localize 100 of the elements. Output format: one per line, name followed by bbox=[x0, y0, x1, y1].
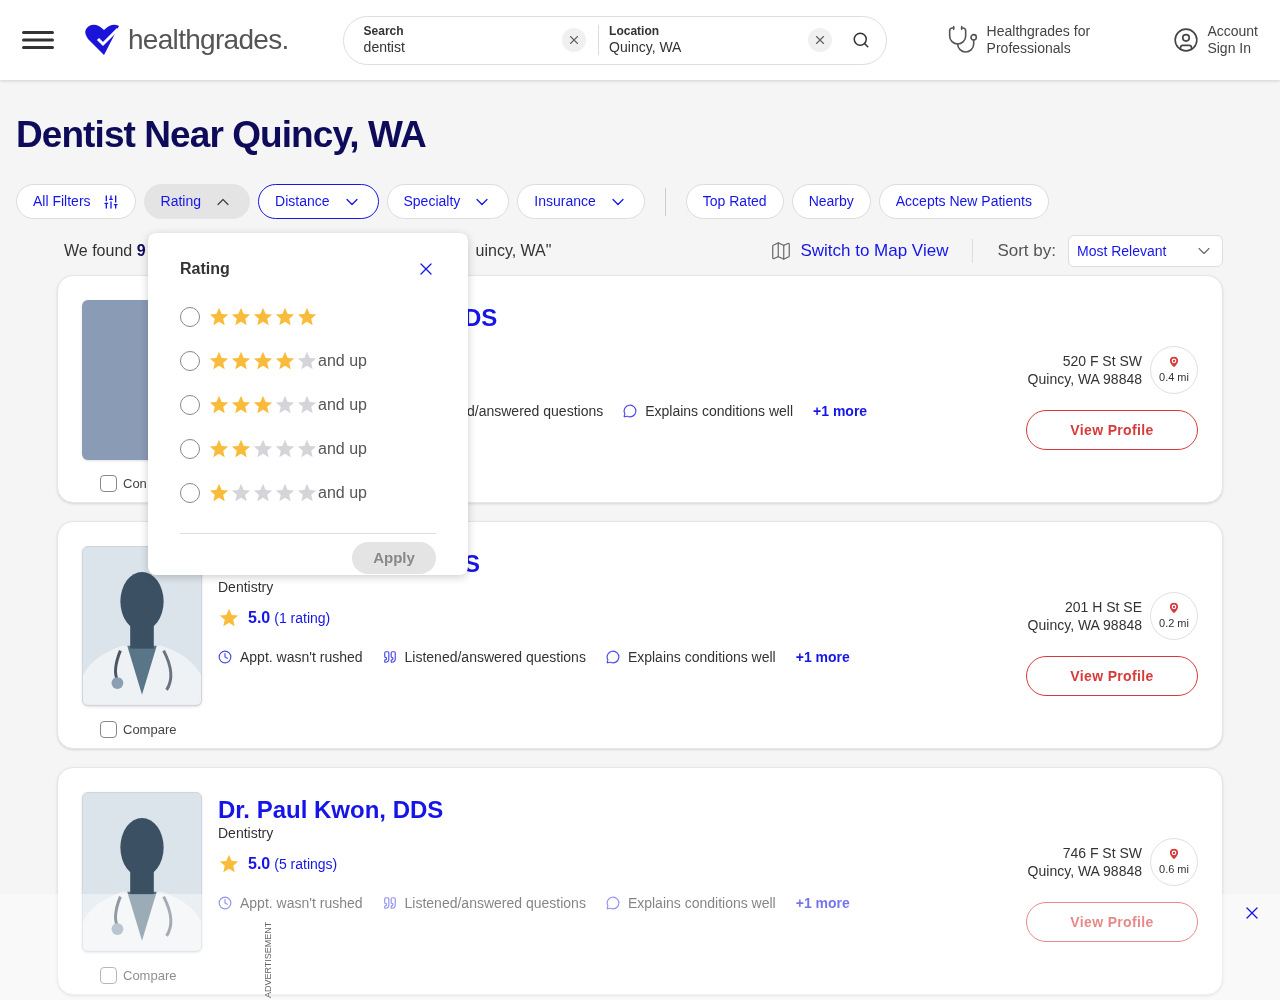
star-icon bbox=[296, 306, 318, 328]
compare-checkbox[interactable] bbox=[100, 967, 117, 985]
map-pin-icon bbox=[1167, 600, 1181, 615]
map-view-link[interactable]: Switch to Map View bbox=[800, 238, 949, 264]
star-icon bbox=[208, 482, 230, 504]
review-tag: d/answered questions bbox=[467, 400, 604, 422]
star-icon bbox=[296, 350, 318, 372]
rating-value: 5.0 bbox=[248, 854, 271, 874]
star-icon bbox=[230, 306, 252, 328]
sliders-icon bbox=[102, 193, 119, 210]
logo-wordmark: healthgrades. bbox=[128, 23, 289, 57]
compare-checkbox[interactable] bbox=[100, 475, 117, 493]
filter-chip[interactable]: Accepts New Patients bbox=[878, 184, 1049, 219]
star-icon bbox=[296, 482, 318, 504]
account-label: Account bbox=[1207, 23, 1258, 40]
map-pin-icon bbox=[1167, 354, 1181, 369]
sort-dropdown[interactable]: Most Relevant bbox=[1068, 235, 1223, 267]
filter-dropdown[interactable]: Rating bbox=[143, 184, 251, 219]
star-icon bbox=[230, 350, 252, 372]
filter-dropdown[interactable]: Insurance bbox=[517, 184, 645, 219]
clock-icon bbox=[218, 650, 232, 664]
filter-chip[interactable]: Top Rated bbox=[685, 184, 784, 219]
star-icon bbox=[252, 350, 274, 372]
review-tag: Explains conditions well bbox=[627, 892, 776, 914]
results-summary: uincy, WA" bbox=[475, 241, 552, 261]
option-label: and up bbox=[318, 483, 367, 503]
sort-label: Sort by: bbox=[997, 240, 1056, 263]
star-icon bbox=[274, 438, 296, 460]
option-label: and up bbox=[318, 439, 367, 459]
clear-icon[interactable] bbox=[807, 28, 832, 52]
star-icon bbox=[274, 394, 296, 416]
more-tags-link[interactable]: +1 more bbox=[795, 892, 850, 914]
speech-bubble-icon bbox=[605, 896, 620, 910]
page-title: Dentist Near Quincy, WA bbox=[16, 113, 427, 157]
compare-label: Compare bbox=[123, 721, 177, 739]
star-icon bbox=[296, 438, 318, 460]
filter-dropdown[interactable]: Distance bbox=[258, 184, 379, 219]
more-tags-link[interactable]: +1 more bbox=[813, 400, 868, 422]
quote-icon bbox=[382, 650, 397, 664]
account-icon[interactable] bbox=[1173, 27, 1200, 53]
results-summary: We found 9 bbox=[64, 241, 146, 261]
compare-label: Con bbox=[123, 475, 147, 493]
address-line: 201 H St SE bbox=[1064, 598, 1142, 616]
star-icon bbox=[208, 350, 230, 372]
doctor-name-link[interactable]: Dr. Paul Kwon, DDS bbox=[218, 798, 444, 822]
popover-title: Rating bbox=[180, 259, 230, 279]
address-line: Quincy, WA 98848 bbox=[1027, 862, 1142, 880]
compare-label: Compare bbox=[123, 967, 177, 985]
star-icon bbox=[218, 853, 240, 875]
compare-checkbox[interactable] bbox=[100, 721, 117, 739]
star-icon bbox=[230, 482, 252, 504]
review-tag: Explains conditions well bbox=[645, 400, 794, 422]
star-icon bbox=[208, 306, 230, 328]
professionals-link[interactable]: Healthgrades for Professionals bbox=[986, 23, 1107, 57]
clear-icon[interactable] bbox=[562, 28, 587, 52]
clock-icon bbox=[218, 896, 232, 910]
option-label: and up bbox=[318, 351, 367, 371]
sign-in-link[interactable]: Sign In bbox=[1207, 40, 1258, 57]
speech-bubble-icon bbox=[623, 404, 638, 418]
rating-count-link[interactable]: (1 rating) bbox=[274, 607, 331, 629]
review-tag: Listened/answered questions bbox=[404, 892, 586, 914]
review-tag: Appt. wasn't rushed bbox=[240, 646, 363, 668]
specialty-text: Dentistry bbox=[218, 577, 274, 597]
specialty-text: Dentistry bbox=[218, 823, 274, 843]
more-tags-link[interactable]: +1 more bbox=[795, 646, 850, 668]
all-filters-button[interactable]: All Filters bbox=[16, 184, 136, 219]
map-pin-icon bbox=[1167, 846, 1181, 861]
review-tag: Explains conditions well bbox=[627, 646, 776, 668]
location-field[interactable]: Quincy, WA bbox=[609, 38, 808, 57]
star-icon bbox=[252, 438, 274, 460]
star-icon bbox=[208, 394, 230, 416]
speech-bubble-icon bbox=[605, 650, 620, 664]
star-icon bbox=[252, 306, 274, 328]
quote-icon bbox=[382, 896, 397, 910]
star-icon bbox=[230, 438, 252, 460]
search-field[interactable]: dentist bbox=[363, 38, 563, 57]
star-icon bbox=[208, 438, 230, 460]
menu-icon[interactable] bbox=[22, 31, 54, 49]
star-icon bbox=[274, 350, 296, 372]
rating-value: 5.0 bbox=[248, 608, 271, 628]
address-line: Quincy, WA 98848 bbox=[1027, 616, 1142, 634]
address-line: 746 F St SW bbox=[1062, 844, 1142, 862]
filter-dropdown[interactable]: Specialty bbox=[386, 184, 510, 219]
location-label: Location bbox=[609, 23, 661, 39]
review-tag: Listened/answered questions bbox=[404, 646, 586, 668]
rating-count-link[interactable]: (5 ratings) bbox=[274, 853, 338, 875]
star-icon bbox=[296, 394, 318, 416]
advertisement-label: ADVERTISEMENT bbox=[262, 920, 274, 998]
option-label: and up bbox=[318, 395, 367, 415]
star-icon bbox=[252, 394, 274, 416]
search-icon[interactable] bbox=[851, 31, 870, 49]
stethoscope-icon bbox=[946, 24, 979, 56]
star-icon bbox=[230, 394, 252, 416]
star-icon bbox=[274, 306, 296, 328]
search-label: Search bbox=[363, 23, 405, 39]
filter-chip[interactable]: Nearby bbox=[791, 184, 871, 219]
address-line: 520 F St SW bbox=[1062, 352, 1142, 370]
star-icon bbox=[274, 482, 296, 504]
address-line: Quincy, WA 98848 bbox=[1027, 370, 1142, 388]
review-tag: Appt. wasn't rushed bbox=[240, 892, 363, 914]
